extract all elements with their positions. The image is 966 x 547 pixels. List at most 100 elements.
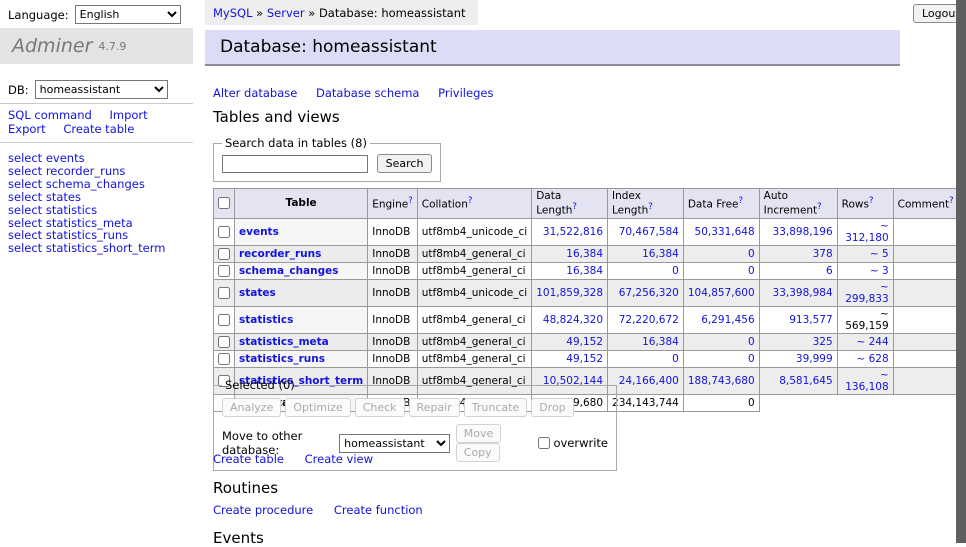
create-view-link[interactable]: Create view — [305, 452, 373, 466]
create-function-link[interactable]: Create function — [334, 503, 423, 517]
sidebar-link-create-table[interactable]: Create table — [63, 122, 134, 136]
data-free-link[interactable]: 0 — [748, 248, 755, 260]
rows-link[interactable]: ~ 628 — [856, 353, 888, 365]
data-free-link[interactable]: 0 — [748, 336, 755, 348]
sidebar-table-link-recorder_runs[interactable]: recorder_runs — [46, 164, 126, 178]
table-name-link-statistics[interactable]: statistics — [239, 314, 293, 326]
sidebar-table-link-statistics_meta[interactable]: statistics_meta — [46, 216, 133, 230]
rows-link[interactable]: ~ 5 — [870, 248, 889, 260]
rows-link[interactable]: ~ 244 — [856, 336, 888, 348]
data-free-link[interactable]: 50,331,648 — [695, 226, 755, 238]
sidebar-select-link[interactable]: select — [8, 177, 42, 191]
column-help-link[interactable]: ? — [572, 202, 577, 212]
move-button[interactable]: Move — [456, 424, 502, 443]
sidebar-table-link-states[interactable]: states — [46, 190, 81, 204]
table-name-link-recorder_runs[interactable]: recorder_runs — [239, 248, 321, 260]
data-length-link[interactable]: 49,152 — [566, 336, 603, 348]
column-help-link[interactable]: ? — [817, 202, 822, 212]
column-help-link[interactable]: ? — [869, 196, 874, 206]
index-length-link[interactable]: 0 — [672, 353, 679, 365]
sidebar-link-import[interactable]: Import — [109, 108, 147, 122]
auto-increment-link[interactable]: 913,577 — [789, 314, 832, 326]
auto-increment-link[interactable]: 378 — [813, 248, 833, 260]
breadcrumb-mysql-link[interactable]: MySQL — [213, 6, 253, 20]
column-help-link[interactable]: ? — [648, 202, 653, 212]
db-select[interactable]: homeassistant — [35, 80, 168, 99]
copy-button[interactable]: Copy — [456, 443, 500, 462]
index-length-link[interactable]: 16,384 — [642, 336, 679, 348]
sidebar-link-sql-command[interactable]: SQL command — [8, 108, 92, 122]
row-checkbox-statistics_runs[interactable] — [218, 353, 230, 365]
table-name-link-statistics_meta[interactable]: statistics_meta — [239, 336, 329, 348]
sidebar-link-export[interactable]: Export — [8, 122, 46, 136]
alter-database-link[interactable]: Alter database — [213, 86, 297, 100]
table-name-link-schema_changes[interactable]: schema_changes — [239, 265, 339, 277]
data-length-link[interactable]: 16,384 — [566, 248, 603, 260]
row-checkbox-statistics_meta[interactable] — [218, 336, 230, 348]
column-help-link[interactable]: ? — [408, 196, 413, 206]
sidebar-table-link-schema_changes[interactable]: schema_changes — [46, 177, 145, 191]
sidebar-table-link-events[interactable]: events — [46, 151, 85, 165]
analyze-button[interactable]: Analyze — [222, 398, 281, 417]
select-all-checkbox[interactable] — [218, 197, 230, 209]
privileges-link[interactable]: Privileges — [438, 86, 493, 100]
sidebar-select-link[interactable]: select — [8, 151, 42, 165]
data-free-link[interactable]: 0 — [748, 353, 755, 365]
table-name-link-statistics_runs[interactable]: statistics_runs — [239, 353, 325, 365]
database-schema-link[interactable]: Database schema — [316, 86, 419, 100]
drop-button[interactable]: Drop — [531, 398, 573, 417]
column-help-link[interactable]: ? — [739, 196, 744, 206]
adminer-logo-link[interactable]: Adminer — [12, 35, 92, 57]
sidebar-select-link[interactable]: select — [8, 203, 42, 217]
vertical-scrollbar[interactable] — [956, 0, 966, 543]
table-name-link-states[interactable]: states — [239, 287, 276, 299]
move-database-select[interactable]: homeassistant — [339, 434, 450, 453]
data-length-link[interactable]: 101,859,328 — [536, 287, 603, 299]
search-input[interactable] — [222, 155, 368, 173]
create-table-link[interactable]: Create table — [213, 452, 284, 466]
sidebar-select-link[interactable]: select — [8, 228, 42, 242]
rows-link[interactable]: ~ 299,833 — [845, 281, 888, 305]
data-length-link[interactable]: 48,824,320 — [543, 314, 603, 326]
row-checkbox-schema_changes[interactable] — [218, 265, 230, 277]
repair-button[interactable]: Repair — [409, 398, 460, 417]
auto-increment-link[interactable]: 39,999 — [796, 353, 833, 365]
auto-increment-link[interactable]: 33,398,984 — [773, 287, 833, 299]
index-length-link[interactable]: 72,220,672 — [619, 314, 679, 326]
auto-increment-link[interactable]: 8,581,645 — [779, 375, 832, 387]
data-free-link[interactable]: 188,743,680 — [688, 375, 755, 387]
rows-link[interactable]: ~ 312,180 — [845, 220, 888, 244]
sidebar-select-link[interactable]: select — [8, 241, 42, 255]
data-free-link[interactable]: 104,857,600 — [688, 287, 755, 299]
auto-increment-link[interactable]: 325 — [813, 336, 833, 348]
rows-link[interactable]: ~ 136,108 — [845, 369, 888, 393]
sidebar-table-link-statistics_runs[interactable]: statistics_runs — [46, 228, 128, 242]
sidebar-table-link-statistics_short_term[interactable]: statistics_short_term — [46, 241, 166, 255]
row-checkbox-statistics[interactable] — [218, 314, 230, 326]
index-length-link[interactable]: 0 — [672, 265, 679, 277]
index-length-link[interactable]: 24,166,400 — [619, 375, 679, 387]
row-checkbox-recorder_runs[interactable] — [218, 248, 230, 260]
row-checkbox-events[interactable] — [218, 226, 230, 238]
sidebar-select-link[interactable]: select — [8, 190, 42, 204]
table-name-link-events[interactable]: events — [239, 226, 279, 238]
sidebar-select-link[interactable]: select — [8, 216, 42, 230]
column-help-link[interactable]: ? — [468, 196, 473, 206]
breadcrumb-server-link[interactable]: Server — [267, 6, 305, 20]
index-length-link[interactable]: 16,384 — [642, 248, 679, 260]
create-procedure-link[interactable]: Create procedure — [213, 503, 313, 517]
data-length-link[interactable]: 16,384 — [566, 265, 603, 277]
data-length-link[interactable]: 31,522,816 — [543, 226, 603, 238]
data-free-link[interactable]: 0 — [748, 265, 755, 277]
auto-increment-link[interactable]: 33,898,196 — [773, 226, 833, 238]
column-help-link[interactable]: ? — [949, 196, 954, 206]
auto-increment-link[interactable]: 6 — [826, 265, 833, 277]
optimize-button[interactable]: Optimize — [285, 398, 350, 417]
sidebar-table-link-statistics[interactable]: statistics — [46, 203, 97, 217]
overwrite-checkbox[interactable] — [538, 437, 550, 449]
row-checkbox-states[interactable] — [218, 287, 230, 299]
data-length-link[interactable]: 49,152 — [566, 353, 603, 365]
index-length-link[interactable]: 67,256,320 — [619, 287, 679, 299]
sidebar-select-link[interactable]: select — [8, 164, 42, 178]
language-select[interactable]: English — [75, 5, 181, 24]
